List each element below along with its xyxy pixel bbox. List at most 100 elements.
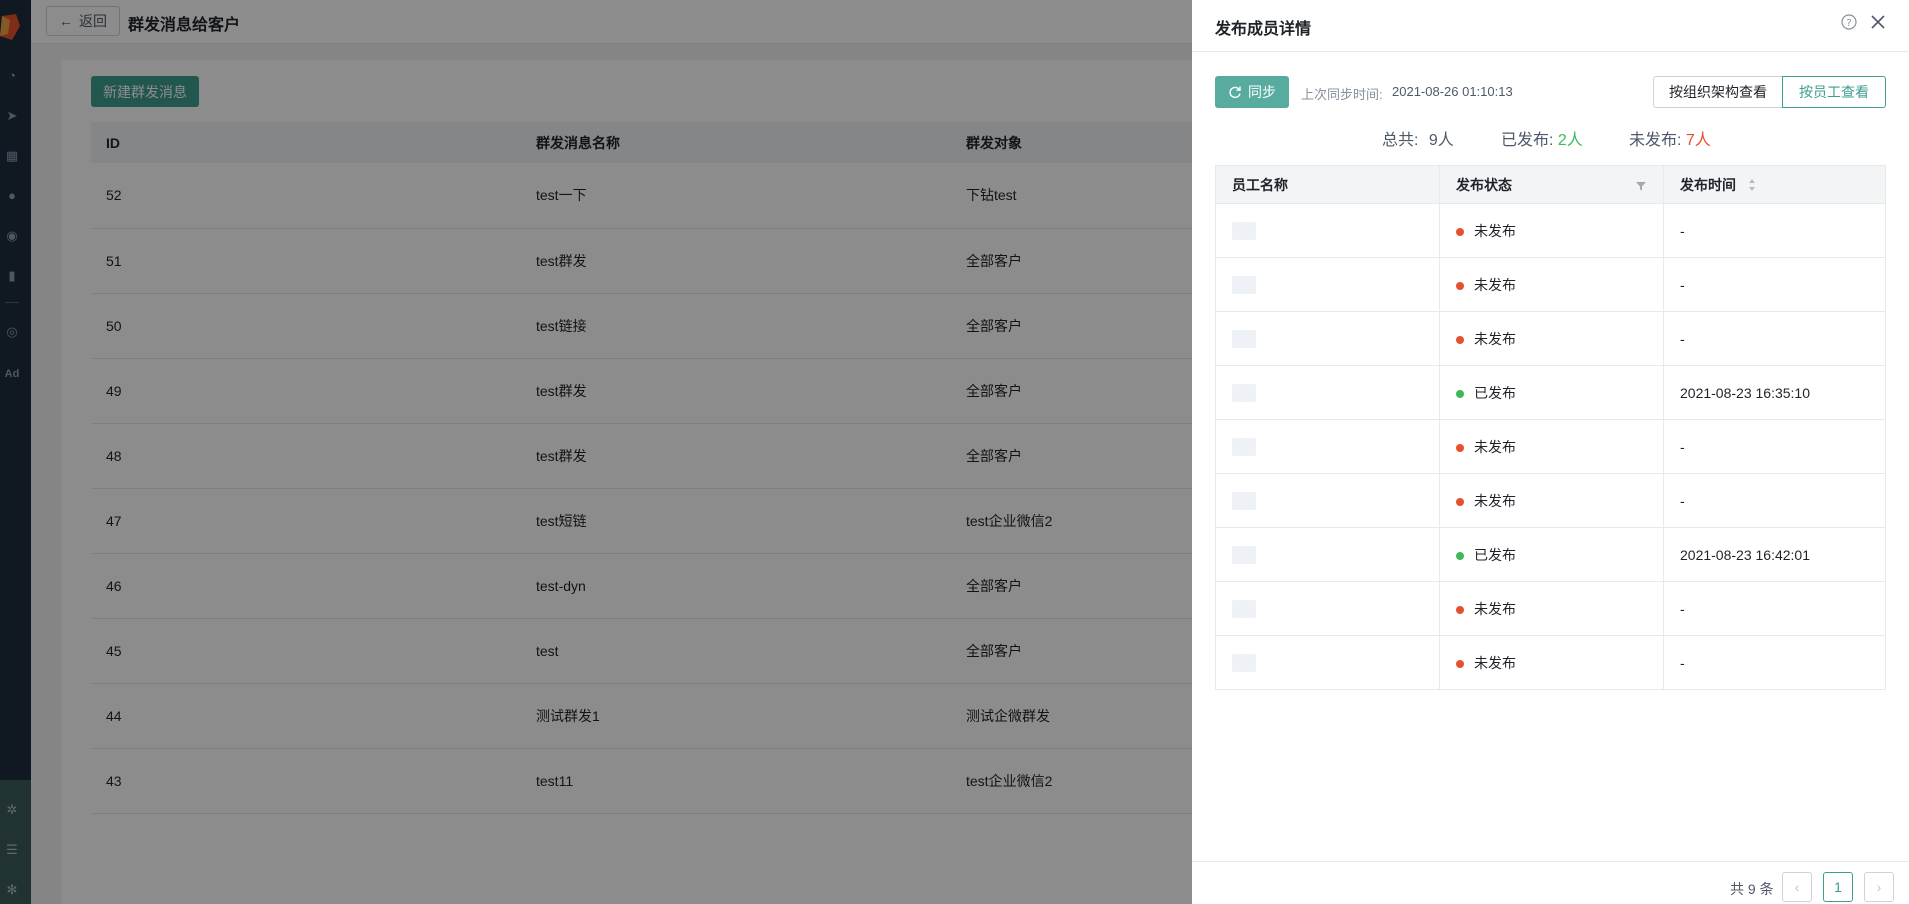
member-row: 未发布 -: [1215, 635, 1886, 690]
summary-published: 已发布: 2人: [1501, 126, 1583, 150]
cell-status: 未发布: [1439, 257, 1664, 312]
summary-total: 总共: 9人: [1382, 126, 1454, 150]
cell-status: 未发布: [1439, 635, 1664, 690]
cell-status: 未发布: [1439, 419, 1664, 474]
cell-status: 已发布: [1439, 365, 1664, 420]
blurred-employee-name: [1232, 599, 1256, 618]
drawer-header: 发布成员详情 ?: [1192, 0, 1909, 52]
filter-icon[interactable]: [1635, 180, 1647, 192]
cell-employee: [1215, 203, 1440, 258]
page-button-current[interactable]: 1: [1823, 872, 1853, 902]
pagination-total: 共 9 条: [1730, 881, 1774, 897]
last-sync-label: 上次同步时间:: [1301, 87, 1383, 102]
member-row: 已发布 2021-08-23 16:42:01: [1215, 527, 1886, 582]
close-icon[interactable]: [1869, 13, 1887, 31]
status-dot-icon: [1456, 605, 1464, 614]
cell-employee: [1215, 419, 1440, 474]
status-dot-icon: [1456, 281, 1464, 290]
status-dot-icon: [1456, 497, 1464, 506]
cell-publish-time: -: [1663, 473, 1886, 528]
cell-employee: [1215, 527, 1440, 582]
summary-unpublished-value: 7人: [1685, 132, 1711, 149]
status-text: 未发布: [1474, 276, 1516, 293]
cell-publish-time: -: [1663, 419, 1886, 474]
blurred-employee-name: [1232, 383, 1256, 402]
cell-employee: [1215, 635, 1440, 690]
blurred-employee-name: [1232, 275, 1256, 294]
cell-status: 未发布: [1439, 581, 1664, 636]
status-text: 已发布: [1474, 384, 1516, 401]
status-dot-icon: [1456, 659, 1464, 668]
member-row: 未发布 -: [1215, 257, 1886, 312]
status-dot-icon: [1456, 335, 1464, 344]
chevron-right-icon: ›: [1876, 879, 1882, 895]
cell-employee: [1215, 257, 1440, 312]
member-row: 已发布 2021-08-23 16:35:10: [1215, 365, 1886, 420]
svg-text:?: ?: [1846, 18, 1851, 29]
cell-publish-time: 2021-08-23 16:42:01: [1663, 527, 1886, 582]
summary-unpublished: 未发布: 7人: [1629, 126, 1711, 150]
blurred-employee-name: [1232, 545, 1256, 564]
sync-button-label: 同步: [1248, 84, 1276, 100]
view-by-employee-button[interactable]: 按员工查看: [1782, 76, 1886, 108]
summary-published-value: 2人: [1557, 132, 1583, 149]
status-text: 未发布: [1474, 654, 1516, 671]
column-header-time-label: 发布时间: [1680, 176, 1736, 193]
blurred-employee-name: [1232, 329, 1256, 348]
member-table-header: 员工名称 发布状态 发布时间: [1215, 165, 1886, 204]
blurred-employee-name: [1232, 437, 1256, 456]
status-dot-icon: [1456, 443, 1464, 452]
cell-employee: [1215, 473, 1440, 528]
help-icon[interactable]: ?: [1841, 14, 1857, 30]
cell-publish-time: -: [1663, 257, 1886, 312]
member-row: 未发布 -: [1215, 581, 1886, 636]
status-text: 已发布: [1474, 546, 1516, 563]
cell-employee: [1215, 365, 1440, 420]
next-page-button[interactable]: ›: [1864, 872, 1894, 902]
cell-employee: [1215, 581, 1440, 636]
summary-unpublished-label: 未发布:: [1629, 132, 1682, 149]
cell-status: 未发布: [1439, 311, 1664, 366]
column-header-employee: 员工名称: [1215, 165, 1440, 204]
member-row: 未发布 -: [1215, 419, 1886, 474]
blurred-employee-name: [1232, 653, 1256, 672]
last-sync-time: 2021-08-26 01:10:13: [1392, 84, 1513, 99]
blurred-employee-name: [1232, 221, 1256, 240]
summary-total-value: 9人: [1428, 132, 1454, 149]
refresh-icon: [1229, 86, 1241, 99]
member-table: 员工名称 发布状态 发布时间 未发布 - 未发布 - 未发布 - 已发布 2021-08-23…: [1215, 165, 1886, 690]
status-dot-icon: [1456, 227, 1464, 236]
blurred-employee-name: [1232, 491, 1256, 510]
cell-publish-time: -: [1663, 635, 1886, 690]
prev-page-button[interactable]: ‹: [1782, 872, 1812, 902]
sort-icon[interactable]: [1748, 178, 1756, 192]
status-text: 未发布: [1474, 222, 1516, 239]
column-header-status-label: 发布状态: [1456, 176, 1512, 193]
column-header-time[interactable]: 发布时间: [1663, 165, 1886, 204]
cell-publish-time: -: [1663, 203, 1886, 258]
cell-publish-time: -: [1663, 311, 1886, 366]
cell-employee: [1215, 311, 1440, 366]
cell-publish-time: 2021-08-23 16:35:10: [1663, 365, 1886, 420]
modal-overlay[interactable]: [0, 0, 1192, 904]
cell-status: 未发布: [1439, 203, 1664, 258]
member-row: 未发布 -: [1215, 203, 1886, 258]
summary-total-label: 总共:: [1382, 132, 1419, 149]
cell-publish-time: -: [1663, 581, 1886, 636]
column-header-status: 发布状态: [1439, 165, 1664, 204]
drawer-title: 发布成员详情: [1215, 21, 1312, 38]
sync-button[interactable]: 同步: [1215, 76, 1289, 108]
status-dot-icon: [1456, 551, 1464, 560]
status-text: 未发布: [1474, 330, 1516, 347]
cell-status: 已发布: [1439, 527, 1664, 582]
summary-published-label: 已发布:: [1501, 132, 1554, 149]
view-by-org-button[interactable]: 按组织架构查看: [1653, 76, 1783, 108]
member-table-body: 未发布 - 未发布 - 未发布 - 已发布 2021-08-23 16:35:10 未发布 - 未发…: [1215, 203, 1886, 690]
status-text: 未发布: [1474, 438, 1516, 455]
status-dot-icon: [1456, 389, 1464, 398]
member-detail-drawer: 发布成员详情 ? 同步 上次同步时间: 2021-08-26 01:10:13 …: [1192, 0, 1909, 904]
cell-status: 未发布: [1439, 473, 1664, 528]
member-row: 未发布 -: [1215, 311, 1886, 366]
status-text: 未发布: [1474, 492, 1516, 509]
member-row: 未发布 -: [1215, 473, 1886, 528]
